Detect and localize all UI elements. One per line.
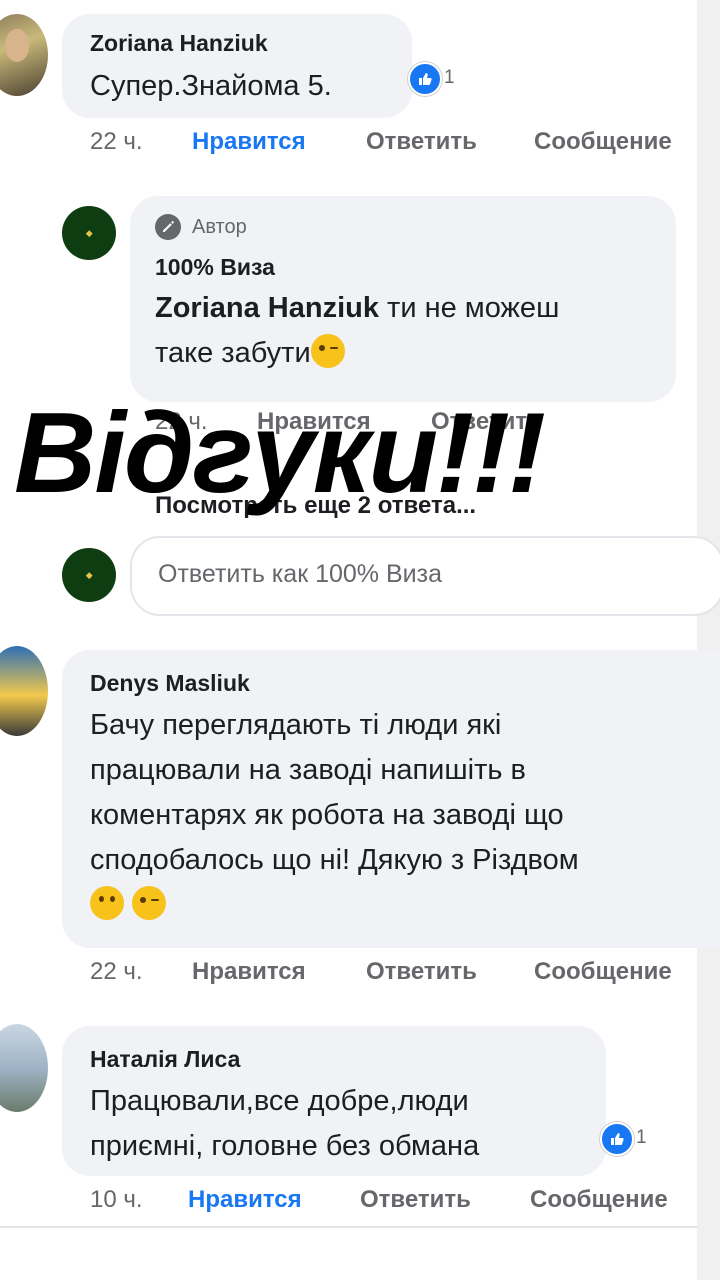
like-link[interactable]: Нравится: [188, 1186, 302, 1214]
right-edge-strip: [697, 0, 720, 1280]
like-reaction-icon[interactable]: [408, 62, 442, 96]
like-link[interactable]: Нравится: [192, 958, 306, 986]
timestamp: 10 ч.: [90, 1186, 143, 1213]
comment-actions: 22 ч. Нравится Ответить Сообщение: [90, 958, 700, 988]
like-link[interactable]: Нравится: [192, 128, 306, 156]
message-link[interactable]: Сообщение: [534, 128, 672, 156]
overlay-title: Відгуки!!!: [14, 390, 546, 517]
comment-author[interactable]: Наталія Лиса: [90, 1046, 240, 1073]
comment-text: Zoriana Hanziuk ти не можеш таке забути: [155, 286, 665, 376]
comment-author[interactable]: Denys Masliuk: [90, 670, 250, 697]
winking-face-icon: [132, 886, 167, 920]
mention-link[interactable]: Zoriana Hanziuk: [155, 292, 379, 324]
reply-placeholder: Ответить как 100% Виза: [158, 560, 442, 588]
thinking-face-icon: [90, 886, 124, 920]
emoji-row: [90, 883, 710, 928]
avatar-100-visa[interactable]: ◆: [62, 206, 116, 260]
avatar-denys[interactable]: [0, 646, 48, 736]
comment-line: Працювали,все добре,люди: [90, 1085, 469, 1117]
comment-line: приємні, головне без обмана: [90, 1130, 480, 1162]
comment-text: Супер.Знайома 5.: [90, 70, 332, 102]
comment-line: Бачу переглядають ті люди які: [90, 709, 502, 741]
comment-line: працювали на заводі напишіть в: [90, 754, 526, 786]
comment-author[interactable]: 100% Виза: [155, 254, 275, 281]
reply-link[interactable]: Ответить: [360, 1186, 471, 1214]
comment-actions: 22 ч. Нравится Ответить Сообщение: [90, 128, 700, 158]
comment-line: коментарях як робота на заводі що: [90, 799, 564, 831]
reaction-count: 1: [444, 67, 455, 88]
bottom-divider: [0, 1226, 697, 1228]
reply-input[interactable]: Ответить как 100% Виза: [130, 536, 720, 616]
timestamp: 22 ч.: [90, 128, 143, 155]
avatar-zoriana[interactable]: [0, 14, 48, 96]
author-badge-label: Автор: [192, 216, 247, 238]
message-link[interactable]: Сообщение: [534, 958, 672, 986]
comment-text-part: таке забути: [155, 337, 311, 369]
reply-link[interactable]: Ответить: [366, 958, 477, 986]
comment-text-part: ти не можеш: [379, 292, 560, 324]
avatar-100-visa-compose: ◆: [62, 548, 116, 602]
comment-line: сподобалось що ні! Дякую з Різдвом: [90, 844, 579, 876]
timestamp: 22 ч.: [90, 958, 143, 985]
comment-text: Бачу переглядають ті люди які працювали …: [90, 703, 710, 928]
brand-logo-icon: ◆: [85, 227, 93, 238]
reply-link[interactable]: Ответить: [366, 128, 477, 156]
message-link[interactable]: Сообщение: [530, 1186, 668, 1214]
comment-actions: 10 ч. Нравится Ответить Сообщение: [90, 1186, 696, 1216]
brand-logo-icon: ◆: [85, 569, 93, 580]
pencil-icon: [155, 214, 181, 240]
winking-face-icon: [310, 334, 345, 368]
avatar-natalia[interactable]: [0, 1024, 48, 1112]
comment-author[interactable]: Zoriana Hanziuk: [90, 30, 268, 57]
like-reaction-icon[interactable]: [600, 1122, 634, 1156]
reaction-count: 1: [636, 1127, 647, 1148]
comment-text: Працювали,все добре,люди приємні, головн…: [90, 1079, 600, 1169]
